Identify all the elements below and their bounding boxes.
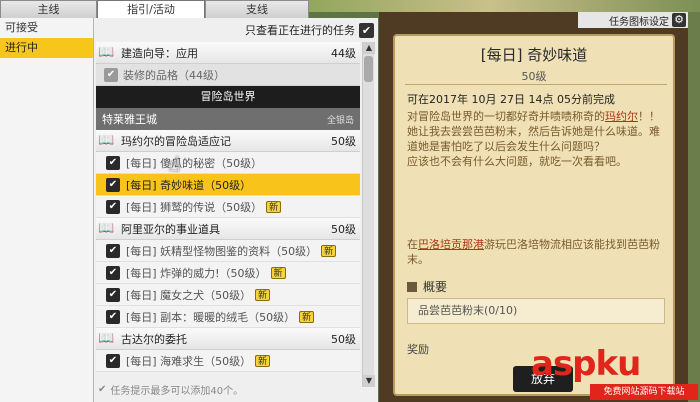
check-icon[interactable]: ✔ (106, 155, 120, 170)
filter-checkbox[interactable]: ✔ (359, 22, 374, 38)
tab-side-quest[interactable]: 支线 (205, 0, 309, 18)
quest-icon-settings[interactable]: 任务图标设定 ⚙ (578, 12, 688, 28)
hand-cursor-icon: ☝ (168, 152, 181, 176)
desc-text: 对冒险岛世界的一切都好奇并啧啧称奇的 (407, 110, 605, 123)
group-name: 古达尔的委托 (121, 332, 187, 346)
sub-item-label: 装修的品格（44级） (123, 68, 225, 82)
quest-name: [每日] 妖精型怪物图鉴的资料（50级） (126, 244, 318, 258)
quest-list: 📖 建造向导：应用 44级 ✔ 装修的品格（44级） 冒险岛世界 特莱雅王城 全… (96, 42, 360, 387)
quest-description: 对冒险岛世界的一切都好奇并啧啧称奇的玛约尔！！ 她让我去尝尝芭芭粉末，然后告诉她… (407, 109, 665, 169)
quest-sub-item[interactable]: ✔ 装修的品格（44级） (96, 64, 360, 86)
check-icon[interactable]: ✔ (106, 309, 120, 324)
tab-bar: 主线 指引/活动 支线 (0, 0, 372, 18)
deadline-text: 可在2017年 10月 27日 14点 05分前完成 (407, 93, 615, 106)
quest-item[interactable]: ✔ [每日] 海难求生（50级） 新 (96, 350, 360, 372)
desc-text: 应该也不会有什么大问题，就吃一次看看吧。 (407, 155, 627, 168)
quest-level: 50级 (521, 70, 547, 83)
summary-header: 概要 (407, 278, 447, 295)
watermark-subtitle: 免费网站源码下载站 (590, 384, 698, 400)
list-scrollbar[interactable]: ▲ ▼ (362, 42, 375, 387)
quest-item[interactable]: ✔ [每日] 傻瓜的秘密（50级） (96, 152, 360, 174)
group-name: 阿里亚尔的事业道具 (121, 222, 220, 236)
group-level: 50级 (331, 332, 356, 346)
scroll-up-arrow-icon[interactable]: ▲ (363, 42, 375, 54)
quest-group[interactable]: 📖 阿里亚尔的事业道具 50级 (96, 218, 360, 240)
quest-group[interactable]: 📖 建造向导：应用 44级 (96, 42, 360, 64)
hint-text: 在 (407, 238, 418, 251)
quest-item[interactable]: ✔ [每日] 炸弹的威力!（50级） 新 (96, 262, 360, 284)
region-header: 冒险岛世界 (96, 86, 360, 108)
tab-spacer (309, 0, 372, 18)
group-level: 44级 (331, 46, 356, 60)
group-level: 50级 (331, 222, 356, 236)
group-level: 50级 (331, 134, 356, 148)
book-icon: 📖 (98, 220, 115, 236)
area-label: 特莱雅王城 (102, 113, 157, 126)
area-header: 特莱雅王城 全银岛 (96, 108, 360, 130)
game-background-right (688, 12, 700, 402)
tab-guide-event[interactable]: 指引/活动 (97, 0, 205, 18)
scroll-thumb[interactable] (364, 56, 373, 82)
reward-label: 奖励 (407, 343, 429, 356)
quest-item[interactable]: ✔ [每日] 妖精型怪物图鉴的资料（50级） 新 (96, 240, 360, 262)
desc-text: ！！ (638, 110, 660, 123)
section-marker-icon (407, 281, 417, 292)
settings-label: 任务图标设定 (609, 16, 669, 28)
new-badge: 新 (299, 310, 315, 323)
quest-name: [每日] 魔女之犬（50级） (126, 288, 252, 302)
quest-name: [每日] 副本：暖暖的绒毛（50级） (126, 310, 296, 324)
list-footer: ✔ 任务提示最多可以添加40个。 (98, 380, 368, 398)
category-available[interactable]: 可接受 (0, 18, 93, 38)
area-subtitle: 全银岛 (326, 115, 354, 126)
check-icon[interactable]: ✔ (106, 177, 120, 192)
watermark-logo: aspku (531, 344, 641, 384)
check-icon[interactable]: ✔ (106, 353, 120, 368)
book-icon: 📖 (98, 132, 115, 148)
summary-label: 概要 (423, 280, 448, 294)
book-icon: 📖 (98, 330, 115, 346)
check-hint-icon: ✔ (98, 383, 107, 395)
group-name: 建造向导：应用 (121, 46, 198, 60)
filter-label: 只查看正在进行的任务 (245, 24, 355, 37)
quest-name: [每日] 炸弹的威力!（50级） (126, 266, 267, 280)
quest-item[interactable]: ✔ [每日] 副本：暖暖的绒毛（50级） 新 (96, 306, 360, 328)
new-badge: 新 (270, 266, 286, 279)
quest-name: [每日] 海难求生（50级） (126, 354, 252, 368)
quest-detail-card: [每日] 奇妙味道 50级 可在2017年 10月 27日 14点 05分前完成… (393, 34, 675, 396)
group-name: 玛约尔的冒险岛适应记 (121, 134, 231, 148)
quest-list-panel: 只查看正在进行的任务 ✔ 📖 建造向导：应用 44级 ✔ 装修的品格（44级） … (94, 18, 378, 402)
check-icon[interactable]: ✔ (106, 265, 120, 280)
gear-icon[interactable]: ⚙ (672, 13, 686, 27)
tab-main-quest[interactable]: 主线 (0, 0, 97, 18)
quest-hint: 在巴洛培贡那港游玩巴洛培物流相应该能找到芭芭粉末。 (407, 237, 665, 267)
quest-item[interactable]: ✔ [每日] 狮鹫的传说（50级） 新 (96, 196, 360, 218)
quest-title: [每日] 奇妙味道 (480, 46, 588, 64)
desc-text: 她让我去尝尝芭芭粉末，然后告诉她是什么味道。难道她是害怕吃了以后会发生什么问题吗… (407, 125, 660, 153)
quest-item-selected[interactable]: ✔ [每日] 奇妙味道（50级） (96, 174, 360, 196)
new-badge: 新 (321, 244, 337, 257)
quest-name: [每日] 傻瓜的秘密（50级） (126, 156, 263, 170)
check-icon[interactable]: ✔ (106, 199, 120, 214)
title-divider (405, 84, 667, 85)
check-icon[interactable]: ✔ (106, 287, 120, 302)
reward-header: 奖励 (407, 341, 429, 357)
quest-item[interactable]: ✔ [每日] 魔女之犬（50级） 新 (96, 284, 360, 306)
new-badge: 新 (255, 288, 271, 301)
npc-link[interactable]: 玛约尔 (605, 110, 638, 123)
quest-group[interactable]: 📖 古达尔的委托 50级 (96, 328, 360, 350)
quest-name: [每日] 奇妙味道（50级） (126, 178, 252, 192)
objective-box: 品尝芭芭粉末(0/10) (407, 298, 665, 324)
new-badge: 新 (266, 200, 282, 213)
in-progress-filter[interactable]: 只查看正在进行的任务 ✔ (245, 21, 374, 39)
book-icon: 📖 (98, 44, 115, 60)
check-icon: ✔ (104, 67, 118, 82)
category-column: 可接受 进行中 (0, 18, 94, 402)
new-badge: 新 (255, 354, 271, 367)
quest-name: [每日] 狮鹫的传说（50级） (126, 200, 263, 214)
footer-text: 任务提示最多可以添加40个。 (110, 385, 244, 397)
check-icon[interactable]: ✔ (106, 243, 120, 258)
quest-group[interactable]: 📖 玛约尔的冒险岛适应记 50级 (96, 130, 360, 152)
location-link[interactable]: 巴洛培贡那港 (418, 238, 484, 251)
category-in-progress[interactable]: 进行中 (0, 38, 93, 58)
